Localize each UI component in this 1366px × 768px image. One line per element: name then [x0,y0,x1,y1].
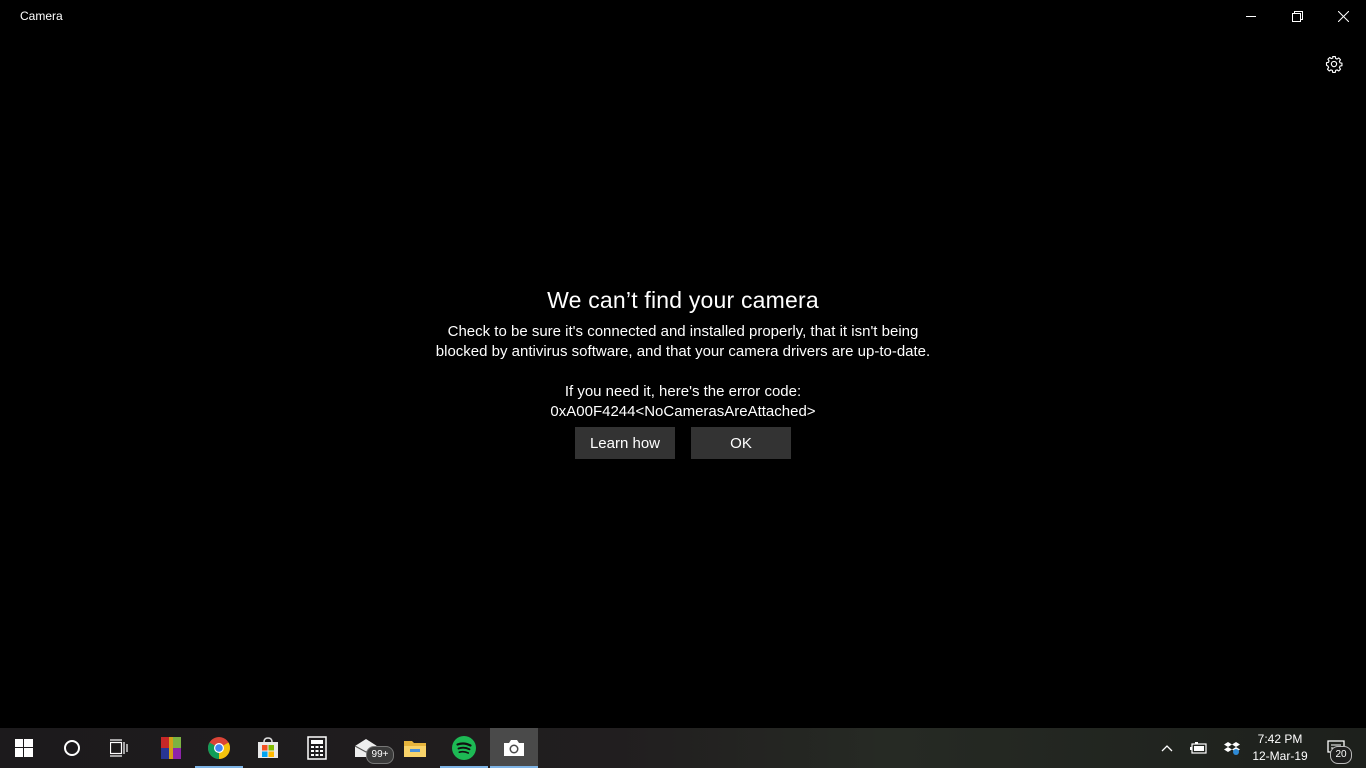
minimize-button[interactable] [1228,0,1274,32]
error-code: 0xA00F4244<NoCamerasAreAttached> [550,403,816,420]
camera-icon [504,740,524,756]
taskbar-file-explorer[interactable] [391,728,439,768]
task-view-icon [110,739,128,757]
error-code-label: If you need it, here's the error code: [564,383,802,400]
message-line: Check to be sure it's connected and inst… [447,323,919,340]
taskbar-calculator[interactable] [293,728,341,768]
gear-icon [1325,55,1343,73]
chevron-up-icon [1161,745,1173,752]
minimize-icon [1246,16,1256,17]
dialog-title: We can’t find your camera [547,287,819,313]
learn-how-button[interactable]: Learn how [575,427,675,459]
file-explorer-icon [404,741,426,757]
dropbox-button[interactable] [1220,728,1244,768]
cortana-icon [64,740,80,756]
restore-button[interactable] [1274,0,1320,32]
dropbox-icon [1224,742,1240,755]
settings-button[interactable] [1320,50,1348,78]
restore-icon [1291,10,1303,22]
mail-unread-badge: 99+ [366,746,394,764]
task-view-button[interactable] [96,728,144,768]
taskbar: 99+ 7:42 PM 12-Mar-19 20 [0,728,1366,768]
taskbar-winrar[interactable] [147,728,195,768]
notification-count-badge: 20 [1330,746,1352,764]
clock-date: 12-Mar-19 [1252,749,1308,763]
app-title: Camera [20,9,63,23]
show-hidden-icons-button[interactable] [1156,728,1178,768]
taskbar-clock[interactable]: 7:42 PM 12-Mar-19 [1244,731,1316,765]
winrar-icon [161,737,181,759]
error-dialog: We can’t find your camera Check to be su… [383,283,983,459]
ok-button[interactable]: OK [691,427,791,459]
title-bar[interactable]: Camera [0,0,1366,32]
cortana-button[interactable] [48,728,96,768]
dialog-message: Check to be sure it's connected and inst… [383,322,983,422]
clock-time: 7:42 PM [1257,732,1303,746]
battery-icon [1190,742,1207,754]
taskbar-chrome[interactable] [195,728,243,768]
calculator-icon [307,736,327,760]
start-icon [15,739,33,757]
start-button[interactable] [0,728,48,768]
dialog-buttons: Learn how OK [383,427,983,459]
close-icon [1337,10,1349,22]
battery-button[interactable] [1186,728,1212,768]
camera-app-window: Camera We can’t find your camera Check t… [0,0,1366,728]
message-line: blocked by antivirus software, and that … [435,343,931,360]
taskbar-mail[interactable]: 99+ [342,728,394,768]
spotify-icon [452,736,476,760]
taskbar-store[interactable] [244,728,292,768]
close-button[interactable] [1320,0,1366,32]
chrome-icon [208,737,230,759]
taskbar-camera[interactable] [490,728,538,768]
store-icon [258,737,278,758]
taskbar-spotify[interactable] [440,728,488,768]
